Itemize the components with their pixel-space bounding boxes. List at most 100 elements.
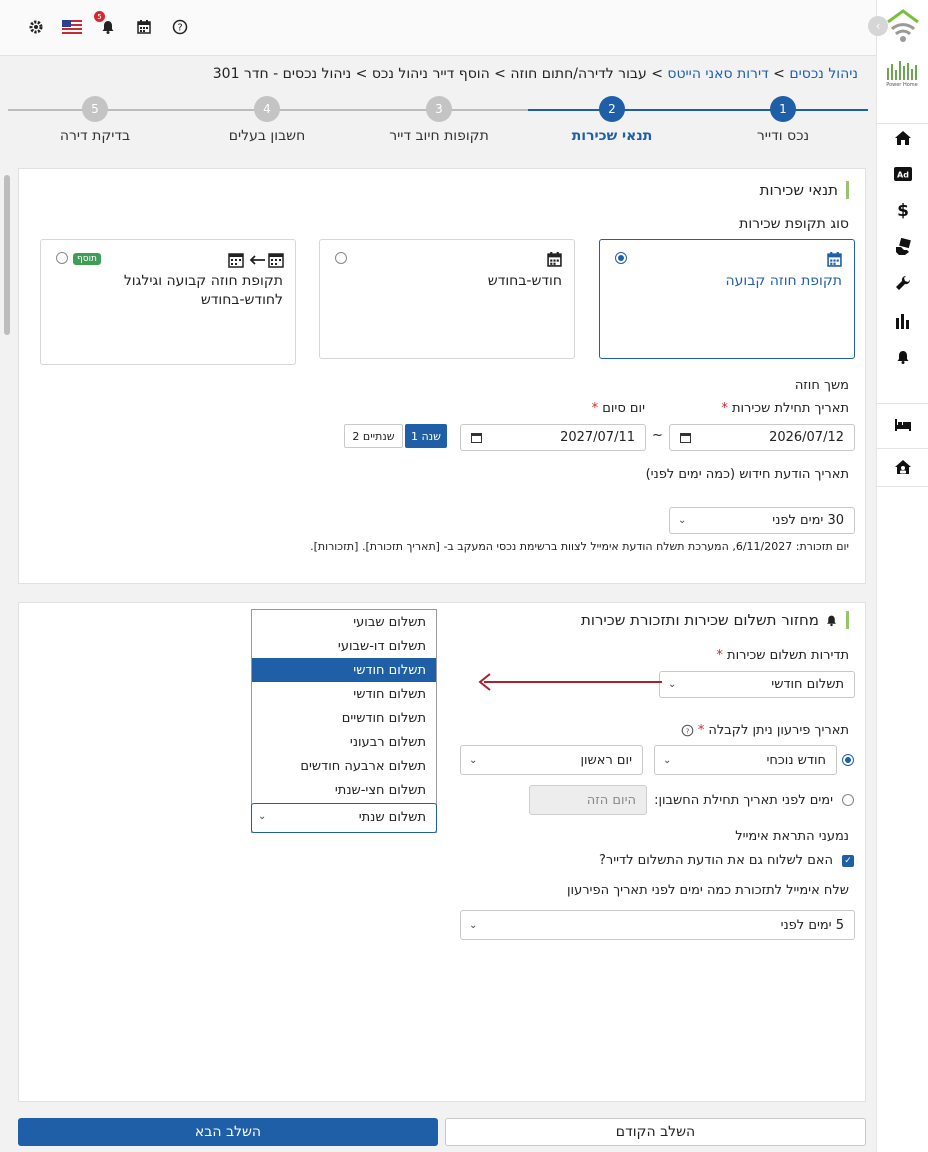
payment-title: מחזור תשלום שכירות ותזכורת שכירות — [581, 611, 849, 629]
dropdown-option-four-months[interactable]: תשלום ארבעה חודשים — [252, 754, 436, 778]
svg-text:?: ? — [685, 726, 689, 735]
bell-icon — [827, 615, 836, 626]
home-icon[interactable] — [892, 127, 914, 149]
addon-badge: תוסף — [73, 253, 101, 265]
breadcrumb-link-property-management[interactable]: ניהול נכסים — [789, 66, 858, 82]
breadcrumb: ניהול נכסים > דירות סאני הייטס > עבור לד… — [212, 66, 858, 82]
help-icon[interactable]: ? — [681, 724, 694, 737]
sidebar-divider — [876, 123, 928, 124]
calendar-icon — [547, 252, 562, 267]
required-marker: * — [716, 648, 723, 663]
frequency-label: תדירות תשלום שכירות * — [716, 648, 849, 663]
days-before-radio[interactable] — [842, 794, 854, 806]
hand-money-icon[interactable] — [892, 236, 914, 258]
wrench-icon[interactable] — [892, 272, 914, 294]
step-3[interactable]: 3 תקופות חיוב דייר — [364, 96, 514, 144]
payment-panel: מחזור תשלום שכירות ותזכורת שכירות תדירות… — [18, 602, 866, 1102]
collapse-sidebar-button[interactable]: ‹ — [868, 16, 888, 36]
option-card-rollover[interactable]: תוסף תקופת חוזה קבועה וגילגול לחודש-בחוד… — [40, 239, 296, 365]
calendar-to-calendar-icon — [228, 253, 284, 268]
chevron-down-icon: ⌄ — [469, 919, 478, 931]
sidebar-bell-icon[interactable] — [892, 346, 914, 368]
us-flag-icon[interactable] — [62, 17, 82, 37]
calendar-icon — [680, 433, 691, 443]
sidebar-divider — [876, 403, 928, 404]
dropdown-selected-field[interactable]: ⌄ תשלום שנתי — [251, 803, 437, 833]
rollover-radio[interactable] — [56, 252, 68, 264]
send-days-select[interactable]: ⌄ 5 ימים לפני — [460, 910, 855, 940]
notification-bell-icon[interactable]: 5 — [94, 11, 118, 37]
dollar-icon[interactable]: $ — [892, 199, 914, 221]
next-step-button[interactable]: השלב הבא — [18, 1118, 438, 1146]
dropdown-option-weekly[interactable]: תשלום שבועי — [252, 610, 436, 634]
previous-step-button[interactable]: השלב הקודם — [445, 1118, 866, 1146]
days-before-label: ימים לפני תאריך תחילת החשבון: — [654, 793, 833, 808]
dropdown-option-biweekly[interactable]: תשלום דו-שבועי — [252, 634, 436, 658]
step-number: 3 — [426, 96, 452, 122]
chevron-down-icon: ⌄ — [668, 679, 677, 690]
frequency-dropdown-list[interactable]: תשלום שבועי תשלום דו-שבועי תשלום חודשי ת… — [251, 609, 437, 833]
step-1[interactable]: 1 נכס ודייר — [708, 96, 858, 144]
calendar-icon[interactable] — [134, 17, 154, 37]
end-date-input[interactable]: 2027/07/11 — [460, 424, 646, 451]
chevron-down-icon: ⌄ — [469, 754, 478, 766]
send-tenant-checkbox[interactable]: ✓ — [842, 855, 854, 867]
breadcrumb-rest: > עבור לדירה/חתום חוזה > הוסף דייר ניהול… — [212, 66, 663, 82]
month-to-month-radio[interactable] — [335, 252, 347, 264]
step-5[interactable]: 5 בדיקת דירה — [20, 96, 170, 144]
dropdown-option-monthly-highlighted[interactable]: תשלום חודשי — [252, 658, 436, 682]
lease-terms-panel: תנאי שכירות סוג תקופת שכירות תקופת חוזה … — [18, 168, 866, 584]
reminder-text: יום תזכורת: 6/11/2027, המערכת תשלח הודעת… — [310, 540, 849, 553]
due-date-label-text: תאריך פירעון ניתן לקבלה — [708, 723, 849, 738]
house-user-icon[interactable] — [892, 456, 914, 478]
current-month-radio[interactable] — [842, 754, 854, 766]
email-recipients-label: נמעני התראת אימייל — [735, 829, 849, 844]
red-arrow-annotation — [478, 673, 662, 691]
step-label: תנאי שכירות — [571, 128, 653, 144]
required-marker: * — [721, 401, 728, 416]
dropdown-option-monthly[interactable]: תשלום חודשי — [252, 682, 436, 706]
step-label: בדיקת דירה — [59, 128, 131, 144]
wifi-house-logo-icon — [884, 8, 922, 46]
one-year-button[interactable]: שנה 1 — [405, 424, 447, 448]
step-number: 5 — [82, 96, 108, 122]
dropdown-option-semiannual[interactable]: תשלום חצי-שנתי — [252, 778, 436, 802]
sidebar-divider — [876, 448, 928, 449]
due-day-value: יום ראשון — [580, 752, 632, 768]
two-years-button[interactable]: שנתיים 2 — [344, 424, 403, 448]
due-month-select[interactable]: ⌄ חודש נוכחי — [654, 745, 837, 775]
send-days-label: שלח אימייל לתזכורת כמה ימים לפני תאריך ה… — [566, 883, 849, 898]
svg-text:?: ? — [177, 23, 182, 34]
start-date-input[interactable]: 2026/07/12 — [669, 424, 855, 451]
fixed-term-radio[interactable] — [615, 252, 627, 264]
chevron-down-icon: ⌄ — [663, 754, 672, 766]
gear-icon[interactable] — [26, 17, 46, 37]
scrollbar-thumb[interactable] — [4, 175, 10, 335]
bar-chart-icon[interactable] — [892, 310, 914, 332]
days-before-placeholder: היום הזה — [586, 792, 636, 808]
renewal-notice-label: תאריך הודעת חידוש (כמה ימים לפני) — [645, 467, 849, 482]
ad-icon[interactable]: Ad — [892, 163, 914, 185]
help-icon[interactable]: ? — [170, 17, 190, 37]
required-marker: * — [697, 723, 705, 738]
required-marker: * — [591, 401, 599, 416]
dropdown-option-quarterly[interactable]: תשלום רבעוני — [252, 730, 436, 754]
chevron-down-icon: ⌄ — [678, 515, 687, 526]
dropdown-option-bimonthly[interactable]: תשלום חודשיים — [252, 706, 436, 730]
frequency-label-text: תדירות תשלום שכירות — [727, 648, 849, 663]
option-card-month-to-month[interactable]: חודש-בחודש — [319, 239, 575, 359]
right-sidebar: Power Home Ad $ — [876, 0, 928, 1152]
calendar-icon — [827, 252, 842, 267]
step-label: תקופות חיוב דייר — [389, 128, 489, 144]
step-4[interactable]: 4 חשבון בעלים — [192, 96, 342, 144]
frequency-select[interactable]: ⌄ תשלום חודשי — [659, 671, 855, 698]
due-day-select[interactable]: ⌄ יום ראשון — [460, 745, 643, 775]
breadcrumb-link-sunny-heights[interactable]: דירות סאני הייטס — [667, 66, 768, 82]
renewal-notice-select[interactable]: ⌄ 30 ימים לפני — [669, 507, 855, 534]
lease-terms-title: תנאי שכירות — [760, 181, 849, 199]
bed-icon[interactable] — [892, 414, 914, 436]
step-2[interactable]: 2 תנאי שכירות — [537, 96, 687, 144]
option-card-fixed-term[interactable]: תקופת חוזה קבועה — [599, 239, 855, 359]
days-before-input[interactable]: היום הזה — [529, 785, 647, 815]
dropdown-selected-value: תשלום שנתי — [358, 810, 426, 825]
